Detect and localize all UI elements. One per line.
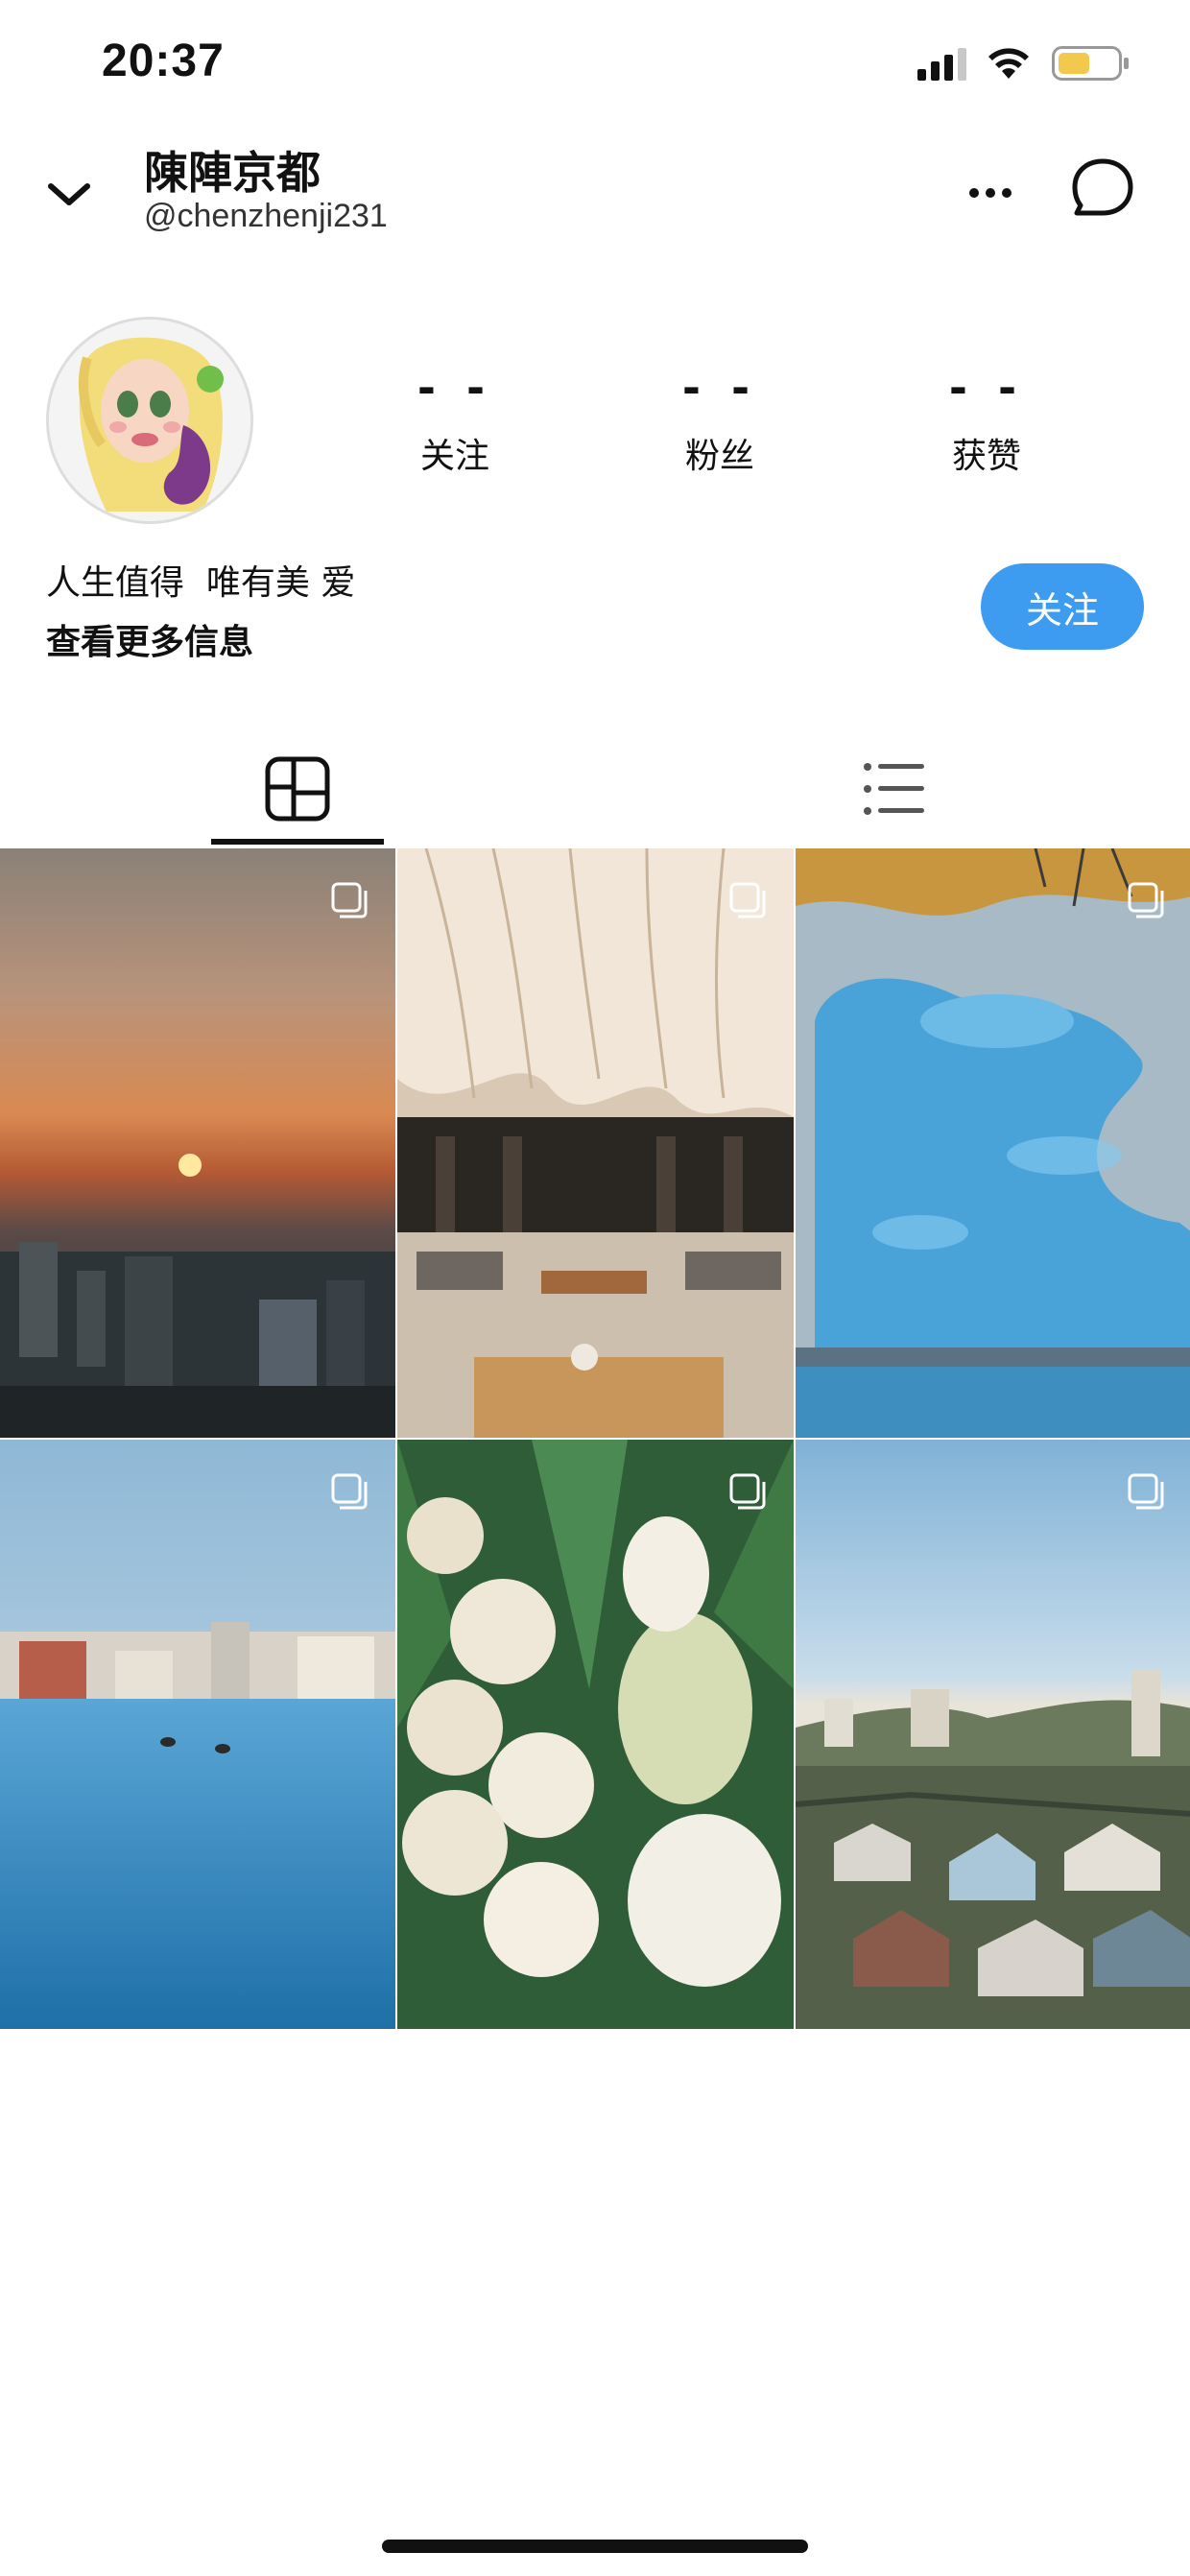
avatar-image	[49, 320, 250, 521]
multi-image-icon	[1128, 882, 1164, 918]
cellular-signal-icon	[917, 48, 966, 81]
town-photo	[796, 1440, 1190, 2029]
grid-item-town[interactable]	[796, 1440, 1190, 2029]
rooftop-pool-photo	[0, 1440, 395, 2029]
multi-image-icon	[729, 1473, 766, 1510]
multi-image-icon	[331, 882, 368, 918]
pool-photo	[796, 848, 1190, 1438]
user-handle: @chenzhenji231	[144, 198, 388, 234]
wifi-icon	[988, 48, 1029, 79]
stat-followers-value: - -	[681, 362, 758, 414]
lobby-photo	[397, 848, 794, 1438]
status-time: 20:37	[102, 36, 225, 86]
chat-bubble-icon[interactable]	[1069, 155, 1136, 223]
stat-likes-value: - -	[948, 362, 1025, 414]
grid-layout-icon	[265, 756, 330, 822]
grid-item-lotus[interactable]	[397, 1440, 794, 2029]
follow-button[interactable]: 关注	[981, 563, 1144, 650]
status-bar: 20:37	[0, 0, 1190, 134]
profile-header: 陳陣京都 @chenzhenji231	[0, 134, 1190, 250]
grid-item-lobby[interactable]	[397, 848, 794, 1438]
tab-list[interactable]	[808, 729, 981, 848]
stat-following[interactable]: - - 关注	[378, 365, 532, 478]
stat-followers[interactable]: - - 粉丝	[643, 365, 797, 478]
lotus-photo	[397, 1440, 794, 2029]
avatar[interactable]	[46, 317, 253, 524]
stat-following-value: - -	[416, 362, 493, 414]
stat-followers-label: 粉丝	[684, 437, 754, 476]
grid-item-rooftop-pool[interactable]	[0, 1440, 395, 2029]
active-tab-indicator	[211, 839, 384, 845]
multi-image-icon	[729, 882, 766, 918]
multi-image-icon	[331, 1473, 368, 1510]
bio-text: 人生值得 唯有美 爱	[46, 563, 356, 603]
back-button[interactable]	[38, 167, 100, 221]
list-icon	[864, 763, 924, 815]
photo-grid	[0, 848, 1190, 2035]
grid-item-sunset[interactable]	[0, 848, 395, 1438]
stat-likes-label: 获赞	[951, 437, 1021, 476]
sunset-photo	[0, 848, 395, 1438]
stat-following-label: 关注	[419, 437, 489, 476]
battery-icon	[1052, 46, 1129, 81]
home-indicator[interactable]	[382, 2540, 808, 2553]
grid-item-pool[interactable]	[796, 848, 1190, 1438]
more-info-link[interactable]: 查看更多信息	[46, 614, 253, 664]
display-name: 陳陣京都	[144, 147, 321, 199]
multi-image-icon	[1128, 1473, 1164, 1510]
more-horizontal-icon	[969, 188, 1012, 198]
chevron-down-icon	[48, 183, 90, 205]
more-options-button[interactable]	[960, 169, 1021, 217]
tab-grid[interactable]	[211, 729, 384, 848]
stat-likes[interactable]: - - 获赞	[910, 365, 1063, 478]
content-tabs	[0, 729, 1190, 848]
